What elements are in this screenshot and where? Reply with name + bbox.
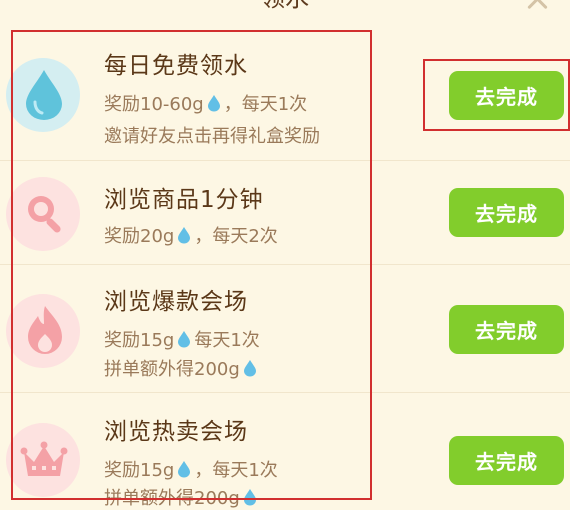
complete-button[interactable]: 去完成 [449, 305, 564, 354]
close-icon[interactable] [524, 0, 550, 12]
page-title: 领水 [0, 0, 570, 12]
complete-button[interactable]: 去完成 [449, 188, 564, 237]
highlight-outline-task-list [11, 30, 372, 500]
highlight-outline-button [423, 59, 570, 131]
complete-button[interactable]: 去完成 [449, 436, 564, 485]
